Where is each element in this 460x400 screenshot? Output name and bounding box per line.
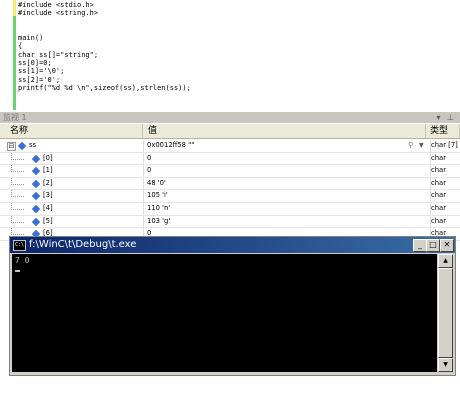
watch-name-cell: [3]: [0, 190, 144, 202]
column-header-type[interactable]: 类型: [427, 124, 460, 138]
watch-name: [3]: [43, 191, 53, 200]
code-line[interactable]: #include <string.h>: [18, 9, 191, 17]
code-line[interactable]: printf("%d %d \n",sizeof(ss),strlen(ss))…: [18, 84, 191, 92]
watch-row-root[interactable]: ⊟ ss 0x0012ff58 "" ⚲ ▼ char [7]: [0, 140, 460, 153]
code-line[interactable]: #include <stdio.h>: [18, 1, 191, 9]
console-output: 7 0: [15, 256, 30, 265]
watch-type: char: [430, 152, 460, 165]
console-window: C:\ f:\WinC\t\Debug\t.exe _ □ ✕ 7 0 ▲ ▼: [9, 236, 456, 376]
watch-value[interactable]: 0: [147, 153, 426, 165]
scroll-up-button[interactable]: ▲: [438, 254, 453, 268]
watch-type: char [7]: [430, 140, 460, 152]
column-header-value[interactable]: 值: [144, 124, 426, 138]
scroll-thumb[interactable]: [438, 268, 453, 358]
watch-title: 监视 1: [3, 113, 27, 122]
vertical-scrollbar[interactable]: ▲ ▼: [438, 254, 453, 372]
watch-type: char: [430, 215, 460, 228]
watch-pin-controls[interactable]: ▾ ⊥: [436, 112, 456, 123]
watch-value[interactable]: 105 'i': [147, 190, 426, 202]
variable-icon: [31, 217, 41, 226]
watch-name-cell: [2]: [0, 177, 144, 190]
watch-name-cell: [4]: [0, 202, 144, 215]
watch-window: 监视 1 ▾ ⊥ 名称 值 类型 ⊟ ss 0x0012ff58 "" ⚲ ▼ …: [0, 112, 460, 241]
variable-icon: [17, 141, 27, 151]
code-line[interactable]: {: [18, 42, 191, 50]
watch-value[interactable]: 0: [147, 165, 426, 177]
watch-rows: ⊟ ss 0x0012ff58 "" ⚲ ▼ char [7] [0] 0 char…: [0, 140, 460, 241]
watch-row[interactable]: [0] 0 char: [0, 152, 460, 166]
console-app-icon[interactable]: C:\: [13, 240, 26, 251]
console-output-area[interactable]: 7 0: [12, 254, 437, 372]
code-line[interactable]: ss[2]='0';: [18, 76, 191, 84]
code-line[interactable]: [18, 18, 191, 26]
variable-icon: [31, 154, 41, 163]
tree-connector: [11, 152, 24, 160]
watch-name: [5]: [43, 216, 53, 225]
watch-name: [0]: [43, 153, 53, 162]
watch-name-cell: [1]: [0, 165, 144, 177]
watch-value[interactable]: 110 'n': [147, 203, 426, 215]
watch-name: ss: [29, 141, 37, 149]
change-bar: [13, 0, 16, 110]
watch-name: [2]: [43, 178, 53, 187]
console-title-bar[interactable]: C:\ f:\WinC\t\Debug\t.exe _ □ ✕: [10, 237, 455, 253]
watch-row[interactable]: [3] 105 'i' char: [0, 190, 460, 203]
watch-name-cell: [0]: [0, 152, 144, 165]
watch-row[interactable]: [4] 110 'n' char: [0, 202, 460, 216]
tree-connector: [11, 202, 24, 210]
console-title: f:\WinC\t\Debug\t.exe: [29, 239, 137, 250]
code-line[interactable]: [18, 26, 191, 34]
watch-value[interactable]: 48 '0': [147, 178, 426, 190]
watch-name: [1]: [43, 166, 53, 175]
code-line[interactable]: ss[1]='\0';: [18, 67, 191, 75]
editor-gutter: [0, 0, 12, 110]
tree-connector: [11, 215, 24, 223]
tree-connector: [11, 165, 24, 173]
watch-name-cell: ⊟ ss: [0, 140, 144, 152]
watch-row[interactable]: [5] 103 'g' char: [0, 215, 460, 229]
variable-icon: [31, 179, 41, 189]
watch-type: char: [430, 190, 460, 202]
code-line[interactable]: main(): [18, 34, 191, 42]
chevron-down-icon[interactable]: ▼: [419, 140, 424, 152]
collapse-icon[interactable]: ⊟: [7, 142, 16, 151]
unsaved-change-bar: [13, 0, 16, 16]
column-header-name[interactable]: 名称: [0, 124, 143, 138]
watch-type: char: [430, 165, 460, 177]
magnifier-icon[interactable]: ⚲: [408, 140, 413, 152]
variable-icon: [31, 192, 41, 201]
watch-column-headers: 名称 值 类型: [0, 124, 460, 139]
watch-type: char: [430, 202, 460, 215]
variable-icon: [31, 204, 41, 214]
maximize-button[interactable]: □: [426, 239, 440, 252]
watch-value[interactable]: 103 'g': [147, 216, 426, 228]
code-text[interactable]: #include <stdio.h> #include <string.h> mai…: [18, 1, 191, 92]
watch-row[interactable]: [2] 48 '0' char: [0, 177, 460, 191]
code-line[interactable]: ss[0]=0;: [18, 59, 191, 67]
watch-name-cell: [5]: [0, 215, 144, 228]
tree-connector: [11, 228, 24, 236]
watch-title-bar: 监视 1 ▾ ⊥: [0, 112, 460, 123]
close-button[interactable]: ✕: [440, 239, 454, 252]
tree-connector: [11, 190, 24, 198]
code-line[interactable]: char ss[]="string";: [18, 51, 191, 59]
tree-connector: [11, 177, 24, 185]
scroll-down-button[interactable]: ▼: [438, 358, 453, 372]
watch-type: char: [430, 177, 460, 190]
minimize-button[interactable]: _: [413, 239, 427, 252]
text-cursor: [15, 270, 20, 272]
code-editor[interactable]: #include <stdio.h> #include <string.h> mai…: [0, 0, 460, 110]
watch-value[interactable]: 0x0012ff58 "": [147, 140, 426, 152]
watch-row[interactable]: [1] 0 char: [0, 165, 460, 178]
watch-name: [4]: [43, 203, 53, 212]
variable-icon: [31, 166, 41, 176]
